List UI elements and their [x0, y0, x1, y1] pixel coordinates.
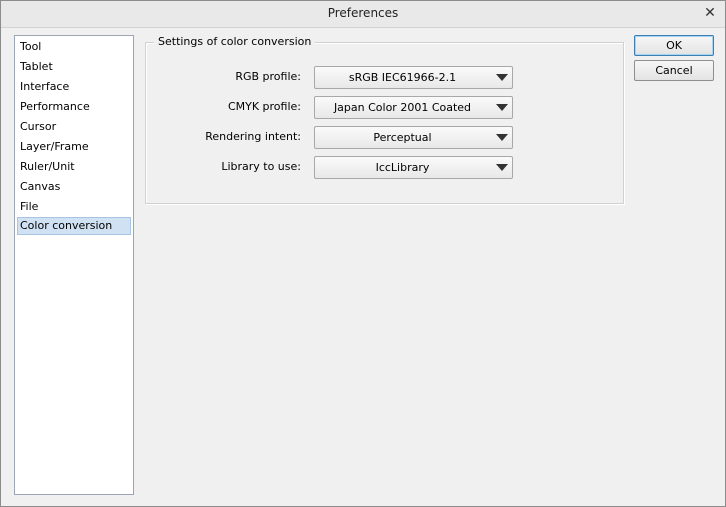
sidebar-item-performance[interactable]: Performance [17, 98, 131, 116]
sidebar-item-tool[interactable]: Tool [17, 38, 131, 56]
rgb-profile-select[interactable]: sRGB IEC61966-2.1 [314, 66, 513, 89]
cmyk-profile-label: CMYK profile: [227, 100, 301, 113]
sidebar-item-canvas[interactable]: Canvas [17, 178, 131, 196]
chevron-down-icon [496, 164, 508, 171]
sidebar-item-layer-frame[interactable]: Layer/Frame [17, 138, 131, 156]
sidebar-item-tablet[interactable]: Tablet [17, 58, 131, 76]
ok-button[interactable]: OK [634, 35, 714, 56]
library-to-use-value: IccLibrary [375, 161, 430, 174]
rendering-intent-select[interactable]: Perceptual [314, 126, 513, 149]
title-bar[interactable]: Preferences ✕ [1, 1, 725, 28]
rgb-profile-value: sRGB IEC61966-2.1 [348, 71, 457, 84]
sidebar-item-ruler-unit[interactable]: Ruler/Unit [17, 158, 131, 176]
chevron-down-icon [496, 104, 508, 111]
sidebar-item-cursor[interactable]: Cursor [17, 118, 131, 136]
rendering-intent-label: Rendering intent: [205, 130, 301, 143]
sidebar-item-color-conversion[interactable]: Color conversion [17, 217, 131, 235]
chevron-down-icon [496, 134, 508, 141]
close-icon[interactable]: ✕ [701, 4, 719, 22]
preferences-window: Preferences ✕ Tool Tablet Interface Perf… [0, 0, 726, 507]
sidebar-item-interface[interactable]: Interface [17, 78, 131, 96]
library-to-use-select[interactable]: IccLibrary [314, 156, 513, 179]
cmyk-profile-select[interactable]: Japan Color 2001 Coated [314, 96, 513, 119]
group-title: Settings of color conversion [154, 35, 316, 48]
library-to-use-label: Library to use: [221, 160, 301, 173]
rgb-profile-label: RGB profile: [235, 70, 301, 83]
cmyk-profile-value: Japan Color 2001 Coated [333, 101, 472, 114]
category-list[interactable]: Tool Tablet Interface Performance Cursor… [14, 35, 134, 495]
cancel-button[interactable]: Cancel [634, 60, 714, 81]
rendering-intent-value: Perceptual [373, 131, 432, 144]
window-title: Preferences [327, 6, 399, 20]
sidebar-item-file[interactable]: File [17, 198, 131, 216]
chevron-down-icon [496, 74, 508, 81]
